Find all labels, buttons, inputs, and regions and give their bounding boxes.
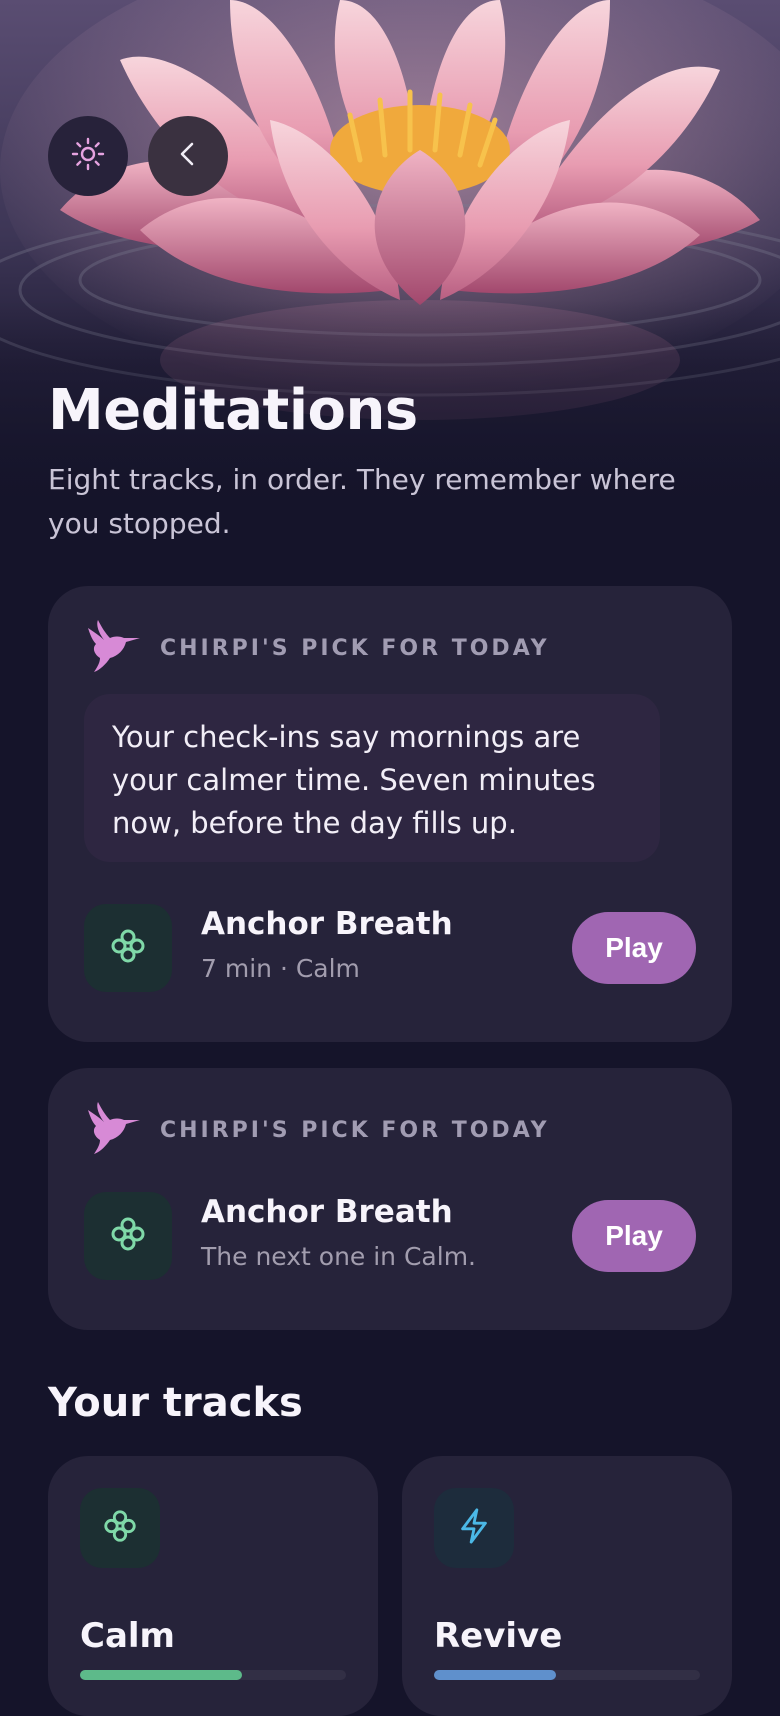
back-button[interactable] — [148, 116, 228, 196]
progress-track — [434, 1670, 700, 1680]
track-meta: The next one in Calm. — [201, 1242, 476, 1271]
pick-label: CHIRPI'S PICK FOR TODAY — [160, 635, 550, 661]
chevron-left-icon — [173, 139, 203, 173]
tile-name: Calm — [80, 1616, 175, 1656]
next-pick-card: CHIRPI'S PICK FOR TODAY Anchor Breath Th… — [48, 1068, 732, 1330]
play-button[interactable]: Play — [572, 912, 696, 984]
track-name: Anchor Breath — [201, 906, 453, 942]
chirpi-message: Your check-ins say mornings are your cal… — [84, 694, 660, 862]
hummingbird-icon — [84, 1100, 142, 1160]
track-tile-calm[interactable]: Calm — [48, 1456, 378, 1716]
clover-icon — [108, 1214, 148, 1258]
progress-track — [80, 1670, 346, 1680]
pick-track-row[interactable]: Anchor Breath 7 min · Calm Play — [84, 904, 696, 992]
progress-fill — [80, 1670, 243, 1680]
track-icon-tile — [84, 904, 172, 992]
hummingbird-icon — [84, 618, 142, 678]
your-tracks-heading: Your tracks — [48, 1380, 303, 1426]
play-button[interactable]: Play — [572, 1200, 696, 1272]
track-name: Anchor Breath — [201, 1194, 453, 1230]
pick-header: CHIRPI'S PICK FOR TODAY — [84, 618, 550, 678]
track-tile-revive[interactable]: Revive — [402, 1456, 732, 1716]
clover-icon — [101, 1507, 139, 1549]
track-meta: 7 min · Calm — [201, 954, 360, 983]
pick-header: CHIRPI'S PICK FOR TODAY — [84, 1100, 550, 1160]
page-title: Meditations — [48, 378, 418, 443]
lightning-icon — [455, 1507, 493, 1549]
tile-name: Revive — [434, 1616, 563, 1656]
tile-icon-box — [434, 1488, 514, 1568]
sun-icon — [71, 137, 105, 175]
todays-pick-card: CHIRPI'S PICK FOR TODAY Your check-ins s… — [48, 586, 732, 1042]
next-track-row[interactable]: Anchor Breath The next one in Calm. Play — [84, 1192, 696, 1280]
pick-label: CHIRPI'S PICK FOR TODAY — [160, 1117, 550, 1143]
tile-icon-box — [80, 1488, 160, 1568]
theme-toggle-button[interactable] — [48, 116, 128, 196]
clover-icon — [108, 926, 148, 970]
progress-fill — [434, 1670, 557, 1680]
track-icon-tile — [84, 1192, 172, 1280]
page-subtitle: Eight tracks, in order. They remember wh… — [48, 463, 676, 540]
